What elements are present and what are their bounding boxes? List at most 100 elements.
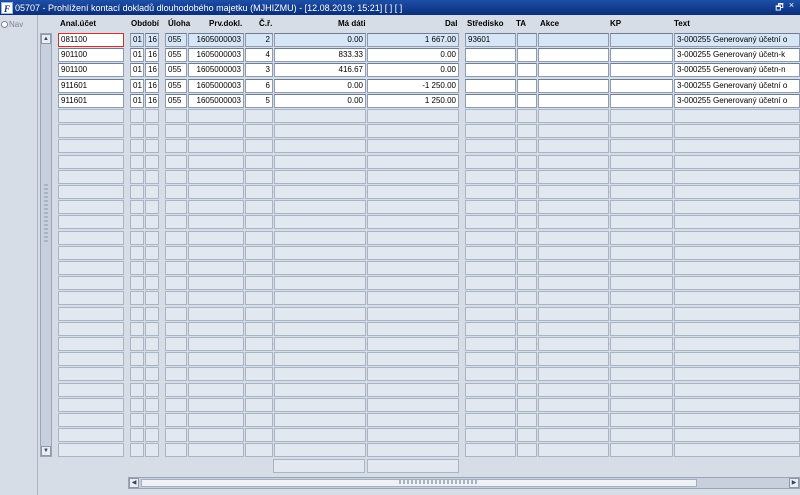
cell-cr[interactable]: 2 (245, 33, 273, 47)
cell-kp[interactable] (610, 291, 673, 306)
cell-stredisko[interactable] (465, 321, 516, 336)
cell-prv-dokl[interactable] (188, 215, 244, 230)
cell-obdobi-m[interactable] (130, 215, 144, 230)
cell-akce[interactable] (538, 306, 609, 321)
cell-kp[interactable] (610, 169, 673, 184)
cell-stredisko[interactable] (465, 352, 516, 367)
cell-obdobi-m[interactable] (130, 245, 144, 260)
cell-text[interactable] (674, 443, 800, 458)
cell-akce[interactable] (538, 352, 609, 367)
cell-kp[interactable] (610, 48, 673, 63)
cell-uloha[interactable] (165, 382, 187, 397)
cell-akce[interactable] (538, 321, 609, 336)
cell-dal[interactable] (367, 276, 459, 291)
cell-cr[interactable] (245, 154, 273, 169)
cell-obdobi-m[interactable] (130, 352, 144, 367)
cell-uloha[interactable] (165, 230, 187, 245)
cell-ma-dati[interactable] (274, 352, 366, 367)
cell-obdobi-m[interactable]: 01 (130, 33, 144, 47)
cell-ma-dati[interactable]: 833.33 (274, 48, 366, 63)
cell-obdobi-y[interactable] (145, 382, 159, 397)
cell-prv-dokl[interactable] (188, 230, 244, 245)
cell-akce[interactable] (538, 443, 609, 458)
close-window-icon[interactable]: × (787, 0, 796, 16)
cell-obdobi-y[interactable] (145, 109, 159, 123)
cell-akce[interactable] (538, 397, 609, 412)
cell-dal[interactable] (367, 337, 459, 351)
cell-obdobi-y[interactable] (145, 337, 159, 351)
cell-uloha[interactable] (165, 276, 187, 291)
cell-akce[interactable] (538, 382, 609, 397)
cell-obdobi-m[interactable] (130, 261, 144, 275)
cell-akce[interactable] (538, 245, 609, 260)
cell-anal-ucet[interactable]: 911601 (58, 78, 124, 93)
cell-stredisko[interactable] (465, 413, 516, 427)
cell-akce[interactable] (538, 261, 609, 275)
cell-prv-dokl[interactable]: 1605000003 (188, 93, 244, 108)
cell-dal[interactable] (367, 397, 459, 412)
cell-akce[interactable] (538, 33, 609, 47)
horizontal-scroll-grip[interactable] (399, 480, 479, 484)
cell-obdobi-m[interactable] (130, 169, 144, 184)
cell-obdobi-m[interactable] (130, 382, 144, 397)
cell-obdobi-m[interactable] (130, 109, 144, 123)
cell-obdobi-y[interactable] (145, 185, 159, 199)
cell-stredisko[interactable] (465, 276, 516, 291)
cell-akce[interactable] (538, 185, 609, 199)
cell-anal-ucet[interactable]: 901100 (58, 63, 124, 78)
cell-stredisko[interactable] (465, 139, 516, 154)
cell-obdobi-y[interactable]: 16 (145, 48, 159, 63)
cell-kp[interactable] (610, 33, 673, 47)
cell-text[interactable] (674, 245, 800, 260)
cell-anal-ucet[interactable] (58, 124, 124, 139)
cell-obdobi-m[interactable] (130, 397, 144, 412)
cell-prv-dokl[interactable] (188, 200, 244, 215)
cell-text[interactable] (674, 124, 800, 139)
cell-obdobi-m[interactable] (130, 367, 144, 382)
cell-uloha[interactable] (165, 321, 187, 336)
cell-kp[interactable] (610, 337, 673, 351)
cell-stredisko[interactable] (465, 443, 516, 458)
cell-kp[interactable] (610, 428, 673, 443)
cell-ma-dati[interactable] (274, 306, 366, 321)
cell-ta[interactable] (517, 352, 537, 367)
cell-dal[interactable] (367, 124, 459, 139)
cell-obdobi-m[interactable] (130, 321, 144, 336)
cell-stredisko[interactable] (465, 48, 516, 63)
cell-prv-dokl[interactable] (188, 276, 244, 291)
cell-uloha[interactable]: 055 (165, 63, 187, 78)
cell-ta[interactable] (517, 428, 537, 443)
cell-cr[interactable]: 6 (245, 78, 273, 93)
cell-ma-dati[interactable] (274, 291, 366, 306)
cell-dal[interactable] (367, 291, 459, 306)
cell-dal[interactable] (367, 413, 459, 427)
cell-uloha[interactable] (165, 139, 187, 154)
cell-obdobi-m[interactable] (130, 291, 144, 306)
cell-anal-ucet[interactable] (58, 169, 124, 184)
cell-prv-dokl[interactable] (188, 139, 244, 154)
cell-cr[interactable] (245, 367, 273, 382)
cell-kp[interactable] (610, 200, 673, 215)
cell-anal-ucet[interactable] (58, 230, 124, 245)
cell-uloha[interactable] (165, 245, 187, 260)
cell-uloha[interactable] (165, 215, 187, 230)
cell-anal-ucet[interactable] (58, 245, 124, 260)
cell-ma-dati[interactable] (274, 245, 366, 260)
cell-obdobi-y[interactable] (145, 291, 159, 306)
cell-ta[interactable] (517, 48, 537, 63)
cell-kp[interactable] (610, 413, 673, 427)
cell-text[interactable] (674, 276, 800, 291)
cell-obdobi-y[interactable] (145, 139, 159, 154)
cell-akce[interactable] (538, 139, 609, 154)
cell-obdobi-y[interactable]: 16 (145, 78, 159, 93)
nav-button[interactable]: Nav (1, 20, 23, 29)
cell-cr[interactable] (245, 306, 273, 321)
cell-prv-dokl[interactable] (188, 154, 244, 169)
cell-ta[interactable] (517, 154, 537, 169)
cell-obdobi-m[interactable] (130, 124, 144, 139)
cell-kp[interactable] (610, 215, 673, 230)
cell-text[interactable] (674, 413, 800, 427)
cell-ma-dati[interactable] (274, 367, 366, 382)
cell-ma-dati[interactable] (274, 397, 366, 412)
cell-obdobi-y[interactable] (145, 367, 159, 382)
